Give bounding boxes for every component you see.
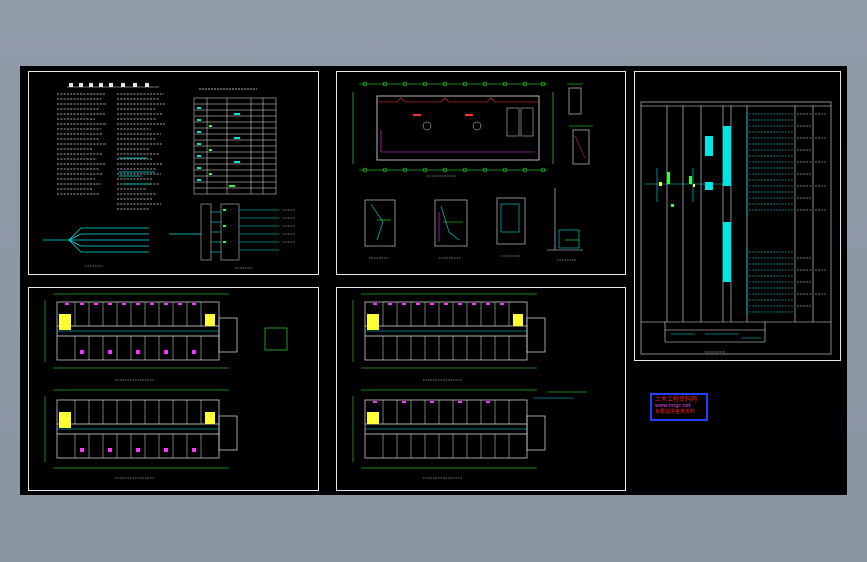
watermark-stamp: 土木工程资料网 www.tmgc.net 免费提供各类资料 [650,393,708,421]
drawing-sheet-floor-plan-lower[interactable] [28,287,319,491]
model-space[interactable] [20,66,847,495]
system-diagram-drawing [640,101,832,355]
floor-plan-lower-drawing [44,293,288,479]
drawing-sheet-floor-plan-upper[interactable] [336,287,626,491]
substation-plan-drawing [352,81,593,261]
floor-plan-upper-drawing [352,293,587,479]
drawing-sheet-system-diagram[interactable] [634,71,841,361]
cad-viewer-canvas[interactable]: 土木工程资料网 www.tmgc.net 免费提供各类资料 [0,0,867,562]
drawing-sheet-design-notes[interactable] [28,71,319,275]
design-notes-drawing [43,83,295,269]
drawing-sheet-substation-plan[interactable] [336,71,626,275]
stamp-line-1: 土木工程资料网 [655,396,698,403]
stamp-line-3: 免费提供各类资料 [655,409,696,415]
